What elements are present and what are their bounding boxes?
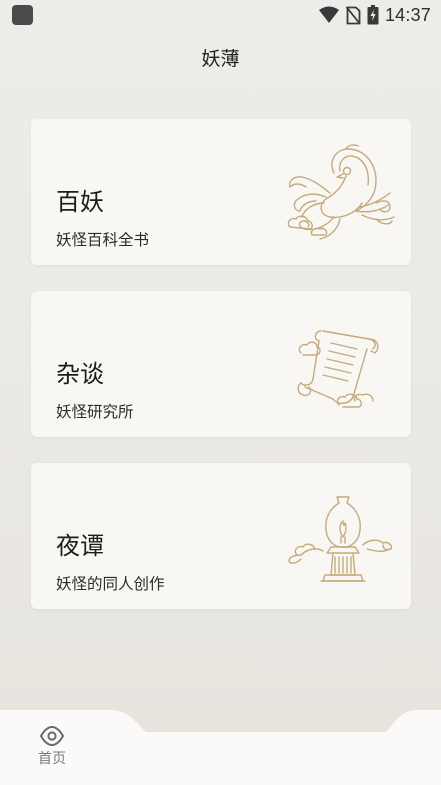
card-yetan[interactable]: 夜谭 妖怪的同人创作	[31, 463, 411, 609]
nav-item-home[interactable]: 首页	[22, 726, 82, 776]
card-title: 百妖	[56, 188, 104, 216]
card-title: 夜谭	[56, 532, 104, 560]
scroll-icon	[297, 330, 379, 408]
card-baiyao[interactable]: 百妖 妖怪百科全书	[31, 119, 411, 265]
status-time: 14:37	[384, 4, 431, 25]
status-bar: 14:37	[0, 0, 441, 30]
card-zatan[interactable]: 杂谈 妖怪研究所	[31, 291, 411, 437]
card-subtitle: 妖怪研究所	[56, 403, 134, 421]
page-title: 妖薄	[201, 48, 240, 70]
phoenix-icon	[287, 144, 395, 240]
card-subtitle: 妖怪百科全书	[56, 231, 150, 249]
eye-icon	[39, 726, 65, 746]
card-subtitle: 妖怪的同人创作	[56, 575, 165, 593]
card-title: 杂谈	[56, 360, 104, 388]
app-notification-icon	[12, 5, 33, 25]
battery-charging-icon	[367, 5, 379, 25]
oil-lamp-icon	[288, 496, 393, 582]
bottom-nav: 首页	[0, 710, 441, 785]
status-icons: 14:37	[318, 3, 431, 27]
no-sim-icon	[345, 5, 361, 25]
nav-item-label: 首页	[38, 751, 66, 767]
wifi-icon	[318, 6, 339, 23]
